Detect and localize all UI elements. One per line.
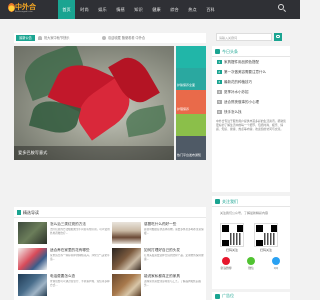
list-item[interactable]: 电话费要怎么查 查询话费可以通过营业厅、手机客户端、短信等多种方式... xyxy=(18,273,110,297)
article-thumbnail xyxy=(18,222,47,244)
article-title[interactable]: 感冒吃什么药好一些 xyxy=(144,222,204,227)
article-thumbnail xyxy=(112,222,141,244)
article-desc: 选购家具需要注意材质与工艺，了解品牌和售后服务... xyxy=(144,280,202,287)
ranking-item[interactable]: 1 家具摆件用品颜色搭配 xyxy=(212,57,290,67)
article-thumbnail xyxy=(18,248,47,270)
hero-caption[interactable]: 爱多巴胺写意式 xyxy=(18,146,47,160)
sidebar-ranking: 今日头条 1 家具摆件用品颜色搭配 2 第一次做美容需要注意什么 3 最新花的种植技巧… xyxy=(212,46,290,192)
section-title: 精选导读 xyxy=(14,207,206,218)
tile-5[interactable]: 热门平台发布通知 xyxy=(176,136,206,160)
share-label-qq: QQ xyxy=(273,266,279,270)
sidebar-intro: 中外合专注于服务用户提供丰富多彩的生活资讯，帮助您更好的了解生活中的每一个细节，… xyxy=(216,119,286,132)
list-item[interactable]: 适合养在家里的花有哪些 家里适合养一些好养护的绿植花卉，净化空气美化环境... xyxy=(18,247,110,271)
site-tagline: Rmzhongwai.com xyxy=(15,11,33,13)
article-desc: 治疗红斑的方法根据类型不同而有所区别，可以使用外用药物治疗... xyxy=(50,228,110,235)
ranking-item[interactable]: 4 夏季补水小妙招 xyxy=(212,87,290,97)
spark-icon xyxy=(102,36,106,40)
notice-tag: 最新公告 xyxy=(16,35,35,41)
ranking-item[interactable]: 3 最新花的种植技巧 xyxy=(212,77,290,87)
sidebar-search-button[interactable] xyxy=(274,33,282,41)
list-item[interactable]: 能说家私都真正的家具 选购家具需要注意材质与工艺，了解品牌和售后服务... xyxy=(112,273,204,297)
notice-text-2[interactable]: 欢迎收藏 随便看看 中外合 xyxy=(108,33,145,43)
article-thumbnail xyxy=(112,274,141,296)
site-logo[interactable]: 中外合 Rmzhongwai.com xyxy=(8,2,38,18)
search-icon[interactable] xyxy=(278,4,286,12)
nav-item-wiki[interactable]: 百科 xyxy=(202,0,219,19)
hero-caption-bar: 爱多巴胺写意式 xyxy=(14,146,174,160)
ranking-item[interactable]: 5 适合熬夜做事的小心理 xyxy=(212,97,290,107)
article-desc: 查询话费可以通过营业厅、手机客户端、短信等多种方式... xyxy=(50,280,110,287)
sidebar-ad: 广告位 xyxy=(212,292,290,300)
nav-item-entertainment[interactable]: 娱乐 xyxy=(94,0,111,19)
ad-title: 广告位 xyxy=(222,293,234,298)
article-thumbnail xyxy=(18,274,47,296)
list-item[interactable]: 感冒吃什么药好一些 感冒时根据症状选择药物，需要多休息多喝水注意保暖... xyxy=(112,221,204,245)
qr-label: 扫码关注 xyxy=(259,248,272,252)
article-title[interactable]: 电话费要怎么查 xyxy=(50,274,110,279)
ranking-title: 今日头条 xyxy=(212,46,290,57)
nav-item-hot[interactable]: 热点 xyxy=(184,0,201,19)
nav-item-emotion[interactable]: 情感 xyxy=(112,0,129,19)
weibo-icon[interactable] xyxy=(222,257,230,265)
logo-mark-icon xyxy=(8,3,15,12)
article-title[interactable]: 能说家私都真正的家具 xyxy=(144,274,204,279)
list-item[interactable]: 如何打理好自己的头发 打理头发需要选择合适的洗护产品，定期修剪保持健康... xyxy=(112,247,204,271)
article-desc: 感冒时根据症状选择药物，需要多休息多喝水注意保暖... xyxy=(144,228,204,235)
sidebar-search-placeholder: 请输入关键词 xyxy=(219,36,238,40)
share-label-weibo: 新浪微博 xyxy=(220,266,232,270)
featured-section: 精选导读 怎么治三类红斑的方法 治疗红斑的方法根据类型不同而有所区别，可以使用外… xyxy=(14,207,206,300)
wechat-icon[interactable] xyxy=(247,257,255,265)
sidebar-follow: 关注我们 关注我们公众号，了解最新精彩内容 扫码关注 扫码关注 新浪微博 微信 … xyxy=(212,196,290,289)
tile-3[interactable]: 护理保养 xyxy=(176,90,206,114)
article-title[interactable]: 如何打理好自己的头发 xyxy=(144,248,204,253)
sidebar-search-input[interactable]: 请输入关键词 xyxy=(216,33,272,41)
bell-icon xyxy=(38,36,42,40)
follow-desc: 关注我们公众号，了解最新精彩内容 xyxy=(220,211,269,215)
search-icon xyxy=(276,34,280,38)
article-title[interactable]: 怎么治三类红斑的方法 xyxy=(50,222,110,227)
ranking-item[interactable]: 6 快手怎么找 xyxy=(212,107,290,117)
follow-title: 关注我们 xyxy=(212,196,290,207)
nav-item-health[interactable]: 健康 xyxy=(148,0,165,19)
qr-label: 扫码关注 xyxy=(225,248,238,252)
qq-icon[interactable] xyxy=(272,257,280,265)
main-menu: 首页 时尚 娱乐 情感 知识 健康 综合 热点 百科 xyxy=(58,0,220,19)
article-title[interactable]: 适合养在家里的花有哪些 xyxy=(50,248,110,253)
nav-item-general[interactable]: 综合 xyxy=(166,0,183,19)
share-label-wechat: 微信 xyxy=(248,266,254,270)
qr-code-icon xyxy=(220,223,244,247)
notice-text-1[interactable]: 祝大家中秋节快乐 xyxy=(44,33,70,43)
nav-item-home[interactable]: 首页 xyxy=(58,0,75,19)
article-desc: 打理头发需要选择合适的洗护产品，定期修剪保持健康... xyxy=(144,254,204,261)
hero-slider[interactable]: 爱多巴胺写意式 xyxy=(14,46,174,160)
ranking-item[interactable]: 2 第一次做美容需要注意什么 xyxy=(212,67,290,77)
top-nav: 中外合 Rmzhongwai.com 首页 时尚 娱乐 情感 知识 健康 综合 … xyxy=(0,0,300,19)
article-thumbnail xyxy=(112,248,141,270)
list-item[interactable]: 怎么治三类红斑的方法 治疗红斑的方法根据类型不同而有所区别，可以使用外用药物治疗… xyxy=(18,221,110,245)
nav-item-knowledge[interactable]: 知识 xyxy=(130,0,147,19)
nav-item-fashion[interactable]: 时尚 xyxy=(76,0,93,19)
tile-2[interactable]: 护肤保养全面 xyxy=(176,68,206,90)
tile-4[interactable] xyxy=(176,114,206,136)
notice-bar: 最新公告 祝大家中秋节快乐 欢迎收藏 随便看看 中外合 xyxy=(14,33,206,43)
tile-1[interactable] xyxy=(176,46,206,68)
article-desc: 家里适合养一些好养护的绿植花卉，净化空气美化环境... xyxy=(50,254,110,261)
qr-code-icon xyxy=(254,223,278,247)
